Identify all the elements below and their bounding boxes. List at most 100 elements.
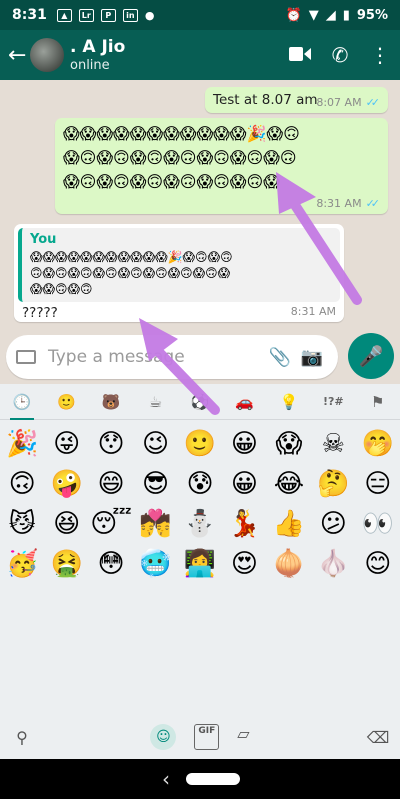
contact-name: . A Jio [70,37,126,57]
emoji-key[interactable]: 🥶 [133,544,177,584]
back-arrow-icon[interactable]: ← [0,43,30,68]
quoted-message[interactable]: You 😱😱😱😱😱😱😱😱😱😱😱🎉😱🙃😱🙃 🙃😱🙃😱🙃😱🙃😱🙃😱🙃😱🙃😱🙃😱 😱😱… [18,228,340,302]
food-category-icon[interactable]: ☕ [133,384,177,420]
video-call-icon[interactable] [280,43,320,67]
emoji-key[interactable]: 😰 [178,464,222,504]
activity-category-icon[interactable]: ⚽ [178,384,222,420]
image-icon: ▲ [56,8,72,22]
message-composer[interactable]: Type a message 📎 📷 [6,335,338,379]
emoji-key[interactable]: 😯 [89,424,133,464]
emoji-key[interactable]: 👍 [267,504,311,544]
message-time: 8:07 AM [316,96,362,109]
attach-icon[interactable]: 📎 [264,347,296,368]
emoji-key[interactable]: 😳 [89,544,133,584]
emoji-key[interactable]: 🧄 [311,544,355,584]
emoji-key[interactable]: 👩‍💻 [178,544,222,584]
emoji-message: 😱😱😱😱😱😱😱😱😱😱😱🎉😱🙃 😱🙃😱🙃😱🙃😱🙃😱🙃😱🙃😱🙃 😱🙃😱🙃😱🙃😱🙃😱🙃… [63,122,300,194]
avatar[interactable] [30,38,64,72]
quote-emoji-row: 😱😱😱😱😱😱😱😱😱😱😱🎉😱🙃😱🙃 [30,250,233,264]
emoji-key[interactable]: 🙂 [178,424,222,464]
gif-tab-icon[interactable]: GIF [194,724,220,750]
emoji-key[interactable]: 😴 [89,504,133,544]
emoji-key[interactable]: ⛄ [178,504,222,544]
battery-text: 95% [356,7,388,23]
emoji-row: 😱🙃😱🙃😱🙃😱🙃😱🙃😱🙃😱 [63,172,280,191]
in-icon: in [122,8,138,22]
emoji-grid: 🎉 😜 😯 😉 🙂 😀 😱 ☠ 🤭 🙃 🤪 😄 😎 😰 😀 😂 🤔 😑 😼 😆 … [0,420,400,588]
contact-status: online [70,58,110,73]
emoji-key[interactable]: 🥳 [0,544,44,584]
emoji-category-bar: 🕒 🙂 🐻 ☕ ⚽ 🚗 💡 !?# ⚑ [0,384,400,420]
emoji-key[interactable]: 😀 [222,424,266,464]
emoji-key[interactable]: 🤪 [44,464,88,504]
emoji-key[interactable]: 😜 [44,424,88,464]
objects-category-icon[interactable]: 💡 [267,384,311,420]
symbols-category-icon[interactable]: !?# [311,384,355,420]
emoji-key[interactable]: 😊 [356,544,400,584]
emoji-key[interactable]: 😎 [133,464,177,504]
quote-author: You [30,232,57,247]
emoji-row: 😱😱😱😱😱😱😱😱😱😱😱🎉😱🙃 [63,124,300,143]
notification-icons: ▲ Lr P in ● [56,8,154,22]
emoji-key[interactable]: 💃 [222,504,266,544]
animals-category-icon[interactable]: 🐻 [89,384,133,420]
keyboard-icon[interactable] [16,350,36,364]
emoji-key[interactable]: ☠ [311,424,355,464]
message-bubble[interactable]: Test at 8.07 am 8:07 AM ✓✓ [205,87,388,113]
message-meta: 8:31 AM ✓✓ [316,197,380,210]
wifi-icon: ▼ [308,7,319,23]
nav-back-icon[interactable]: ‹ [0,767,170,791]
search-emoji-icon[interactable]: ⚲ [0,728,44,747]
battery-icon: ▮ [342,7,350,23]
emoji-key[interactable]: 😑 [356,464,400,504]
camera-icon[interactable]: 📷 [296,347,328,368]
emoji-keyboard[interactable]: 🕒 🙂 🐻 ☕ ⚽ 🚗 💡 !?# ⚑ 🎉 😜 😯 😉 🙂 😀 😱 ☠ 🤭 🙃 … [0,384,400,759]
voice-call-icon[interactable]: ✆ [320,43,360,67]
emoji-key[interactable]: 🎉 [0,424,44,464]
alarm-icon: ⏰ [285,7,302,23]
emoji-key[interactable]: 😍 [222,544,266,584]
backspace-icon[interactable]: ⌫ [356,728,400,747]
system-nav-bar: ‹ [0,759,400,799]
flags-category-icon[interactable]: ⚑ [356,384,400,420]
emoji-key[interactable]: 💏 [133,504,177,544]
message-meta: 8:31 AM [291,305,336,318]
keyboard-mode-switcher: ☺ GIF ▱ [44,724,356,750]
emoji-key[interactable]: 😀 [222,464,266,504]
signal-icon: ◢ [325,7,336,23]
emoji-key[interactable]: 😉 [133,424,177,464]
emoji-key[interactable]: 😄 [89,464,133,504]
travel-category-icon[interactable]: 🚗 [222,384,266,420]
read-ticks-icon: ✓✓ [365,197,381,210]
nav-home-pill[interactable] [186,773,240,785]
emoji-key[interactable]: 🤔 [311,464,355,504]
emoji-tab-icon[interactable]: ☺ [150,724,177,750]
message-text: Test at 8.07 am [213,92,318,108]
status-right: ⏰ ▼ ◢ ▮ 95% [286,8,388,23]
keyboard-bottom-bar: ⚲ ☺ GIF ▱ ⌫ [0,715,400,759]
p-icon: P [100,8,116,22]
contact-info[interactable]: . A Jio online [70,37,280,73]
message-bubble[interactable]: You 😱😱😱😱😱😱😱😱😱😱😱🎉😱🙃😱🙃 🙃😱🙃😱🙃😱🙃😱🙃😱🙃😱🙃😱🙃😱 😱😱… [14,224,344,322]
emoji-key[interactable]: 🤭 [356,424,400,464]
read-ticks-icon: ✓✓ [365,96,381,109]
emoji-key[interactable]: 😆 [44,504,88,544]
emoji-key[interactable]: 😼 [0,504,44,544]
smileys-category-icon[interactable]: 🙂 [44,384,88,420]
emoji-key[interactable]: 🧅 [267,544,311,584]
more-options-icon[interactable]: ⋮ [360,43,400,67]
emoji-key[interactable]: 😕 [311,504,355,544]
message-time: 8:31 AM [316,197,362,210]
emoji-key[interactable]: 🤮 [44,544,88,584]
emoji-key[interactable]: 👀 [356,504,400,544]
message-input[interactable]: Type a message [48,347,264,367]
recent-category-icon[interactable]: 🕒 [0,384,44,420]
emoji-key[interactable]: 😱 [267,424,311,464]
mic-button[interactable]: 🎤 [348,333,394,379]
quote-emoji-row: 🙃😱🙃😱🙃😱🙃😱🙃😱🙃😱🙃😱🙃😱 [30,266,231,280]
emoji-key[interactable]: 😂 [267,464,311,504]
sticker-tab-icon[interactable]: ▱ [237,724,249,750]
emoji-key[interactable]: 🙃 [0,464,44,504]
message-bubble[interactable]: 😱😱😱😱😱😱😱😱😱😱😱🎉😱🙃 😱🙃😱🙃😱🙃😱🙃😱🙃😱🙃😱🙃 😱🙃😱🙃😱🙃😱🙃😱🙃… [55,118,388,214]
message-text: ????? [22,305,58,321]
